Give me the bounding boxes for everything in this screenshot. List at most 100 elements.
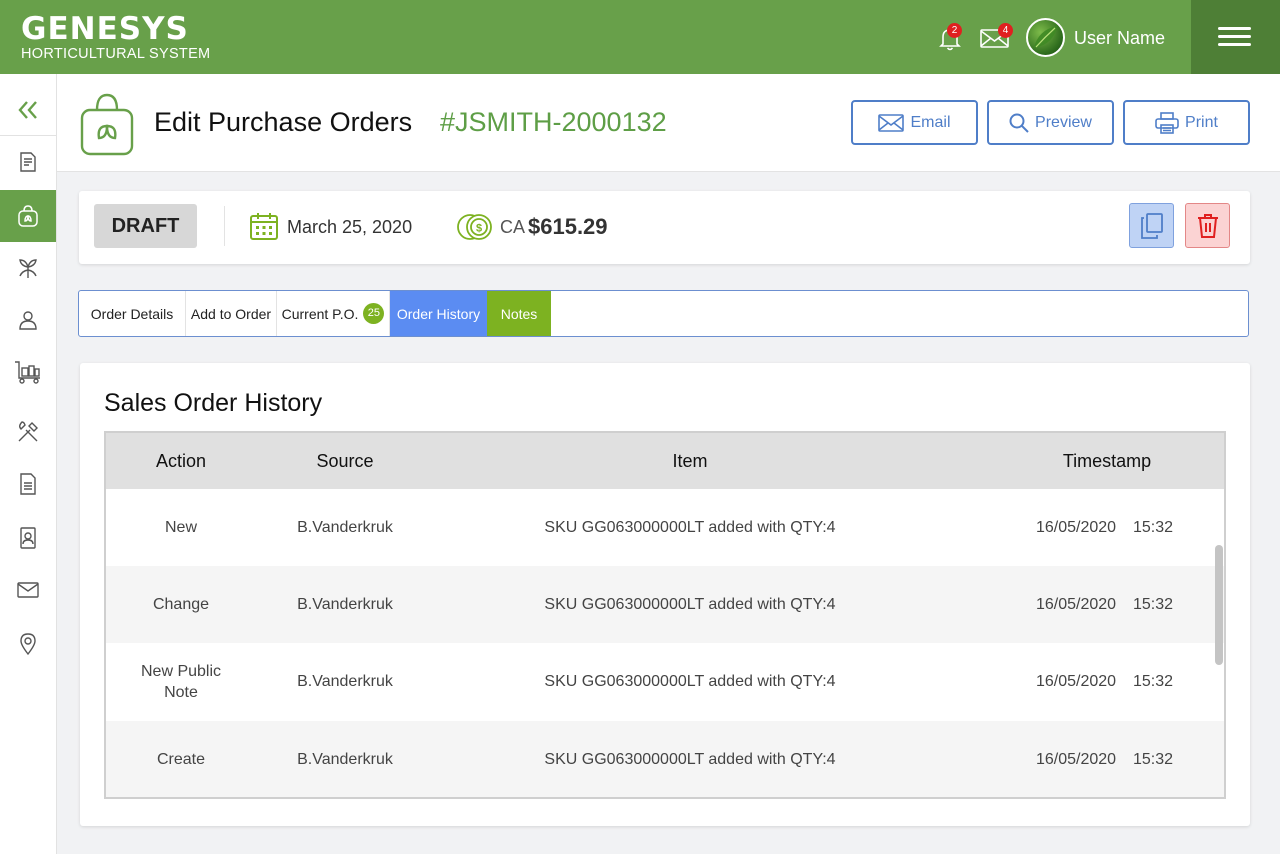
tab-order-details[interactable]: Order Details [79, 291, 186, 336]
row-action: Change [152, 596, 210, 613]
sidebar-item-mail[interactable] [0, 564, 56, 616]
row-time: 15:32 [1133, 595, 1174, 613]
delete-button[interactable] [1185, 203, 1230, 248]
tab-order-history[interactable]: Order History [390, 291, 487, 336]
column-header-timestamp[interactable]: Timestamp [1011, 451, 1203, 472]
row-item: SKU GG063000000LT added with QTY:4 [544, 519, 836, 536]
order-date: March 25, 2020 [287, 217, 413, 237]
row-item: SKU GG063000000LT added with QTY:4 [544, 751, 836, 768]
top-bar: GENESYS HORTICULTURAL SYSTEM 2 4 User Na… [0, 0, 1280, 74]
order-total: $615.29 [528, 214, 608, 239]
row-source: B.Vanderkruk [297, 751, 393, 768]
notifications-button[interactable]: 2 [936, 23, 964, 52]
trash-icon [1197, 213, 1218, 238]
double-chevron-left-icon [18, 100, 37, 119]
row-time: 15:32 [1133, 750, 1174, 768]
location-pin-icon [20, 633, 36, 656]
notifications-badge: 2 [947, 23, 962, 38]
printer-icon [1155, 111, 1179, 134]
currency-code: CA [500, 217, 526, 237]
logo-title: GENESYS [21, 11, 189, 47]
messages-button[interactable]: 4 [980, 23, 1013, 52]
sidebar [0, 74, 57, 854]
row-date: 16/05/2020 [1036, 672, 1117, 690]
column-header-source[interactable]: Source [256, 451, 434, 472]
tab-current-po[interactable]: Current P.O. 25 [277, 291, 390, 336]
order-summary-card: DRAFT March 25, 2020 $ CA $615.29 [79, 191, 1250, 264]
table-row[interactable]: Create B.Vanderkruk SKU GG063000000LT ad… [106, 721, 1224, 797]
mail-icon [17, 582, 39, 598]
hamburger-menu-button[interactable] [1191, 0, 1280, 74]
hamburger-icon-bar [1218, 35, 1251, 38]
calendar-icon [250, 213, 278, 240]
sidebar-item-address-book[interactable] [0, 512, 56, 564]
table-row[interactable]: New B.Vanderkruk SKU GG063000000LT added… [106, 489, 1224, 566]
plant-icon [19, 259, 37, 278]
page-title: Edit Purchase Orders [154, 107, 413, 137]
table-header: Action Source Item Timestamp [106, 433, 1224, 489]
section-title: Sales Order History [104, 389, 323, 417]
address-book-icon [20, 527, 36, 549]
sidebar-item-contacts[interactable] [0, 294, 56, 346]
sidebar-item-documents[interactable] [0, 136, 56, 188]
row-date: 16/05/2020 [1036, 750, 1117, 768]
table-scrollbar[interactable] [1215, 545, 1223, 665]
hamburger-icon-bar [1218, 27, 1251, 30]
sidebar-collapse-button[interactable] [0, 84, 56, 136]
messages-badge: 4 [998, 23, 1013, 38]
purchase-bag-icon [80, 93, 134, 156]
sidebar-item-plants[interactable] [0, 242, 56, 294]
sidebar-item-locations[interactable] [0, 618, 56, 670]
email-button[interactable]: Email [851, 100, 978, 145]
tab-label: Current P.O. [281, 305, 359, 322]
tools-icon [18, 421, 38, 442]
row-date: 16/05/2020 [1036, 595, 1117, 613]
sidebar-item-purchase-orders[interactable] [0, 190, 56, 242]
po-number: #JSMITH-2000132 [440, 107, 667, 137]
row-time: 15:32 [1133, 518, 1174, 536]
row-action: New [164, 519, 197, 536]
preview-button[interactable]: Preview [987, 100, 1114, 145]
sidebar-item-shipping[interactable] [0, 346, 56, 398]
leaf-avatar-icon [1034, 26, 1057, 48]
email-button-label: Email [910, 113, 951, 131]
user-avatar[interactable] [1026, 18, 1065, 57]
user-name[interactable]: User Name [1074, 28, 1165, 49]
preview-button-label: Preview [1035, 113, 1092, 131]
sidebar-item-tools[interactable] [0, 406, 56, 458]
print-button-label: Print [1185, 113, 1218, 131]
cart-icon [15, 361, 40, 384]
sidebar-item-reports[interactable] [0, 458, 56, 510]
current-po-count-badge: 25 [363, 303, 385, 324]
tab-label: Order History [396, 305, 481, 322]
row-time: 15:32 [1133, 672, 1174, 690]
tab-notes[interactable]: Notes [487, 291, 551, 336]
page-header: Edit Purchase Orders #JSMITH-2000132 Ema… [57, 74, 1280, 172]
document-icon [20, 473, 36, 495]
row-action: New Public Note [140, 662, 222, 701]
row-item: SKU GG063000000LT added with QTY:4 [544, 596, 836, 613]
table-row[interactable]: New Public Note B.Vanderkruk SKU GG06300… [106, 643, 1224, 720]
genesys-logo[interactable]: GENESYS HORTICULTURAL SYSTEM [21, 12, 210, 62]
tab-label: Notes [500, 305, 538, 322]
row-source: B.Vanderkruk [297, 519, 393, 536]
contact-icon [19, 311, 37, 330]
row-item: SKU GG063000000LT added with QTY:4 [544, 673, 836, 690]
column-header-item[interactable]: Item [434, 451, 946, 472]
print-button[interactable]: Print [1123, 100, 1250, 145]
table-row[interactable]: Change B.Vanderkruk SKU GG063000000LT ad… [106, 566, 1224, 643]
purchase-bag-icon [18, 205, 38, 227]
logo-subtitle: HORTICULTURAL SYSTEM [21, 46, 211, 62]
column-header-action[interactable]: Action [106, 451, 256, 472]
row-source: B.Vanderkruk [297, 596, 393, 613]
document-list-icon [20, 152, 36, 172]
status-badge: DRAFT [94, 204, 197, 248]
search-icon [1009, 113, 1029, 133]
history-table: Action Source Item Timestamp New B.Vande… [104, 431, 1226, 799]
row-date: 16/05/2020 [1036, 518, 1117, 536]
tab-add-to-order[interactable]: Add to Order [186, 291, 277, 336]
duplicate-button[interactable] [1129, 203, 1174, 248]
envelope-icon [878, 113, 905, 132]
svg-text:$: $ [476, 223, 482, 235]
row-source: B.Vanderkruk [297, 673, 393, 690]
